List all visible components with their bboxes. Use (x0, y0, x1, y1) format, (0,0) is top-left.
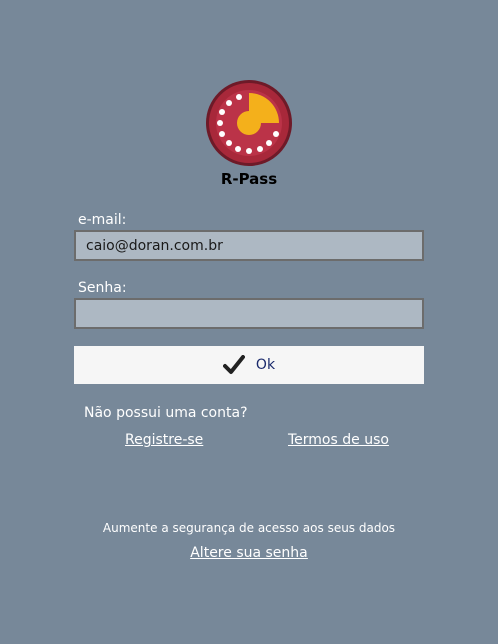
checkmark-icon (222, 355, 245, 374)
no-account-text: Não possui uma conta? (84, 405, 248, 421)
app-name: R-Pass (220, 170, 278, 188)
password-field[interactable] (74, 298, 424, 329)
email-label: e-mail: (78, 212, 127, 228)
email-field[interactable] (74, 230, 424, 261)
register-link[interactable]: Registre-se (125, 432, 203, 448)
ok-button-label: Ok (255, 357, 276, 373)
terms-link[interactable]: Termos de uso (288, 432, 389, 448)
change-password-link[interactable]: Altere sua senha (190, 545, 308, 561)
ok-button[interactable]: Ok (74, 346, 424, 384)
security-message: Aumente a segurança de acesso aos seus d… (102, 521, 396, 535)
r-pass-logo (206, 80, 292, 166)
change-password-link-container: Altere sua senha (0, 545, 498, 561)
password-label: Senha: (78, 280, 127, 296)
